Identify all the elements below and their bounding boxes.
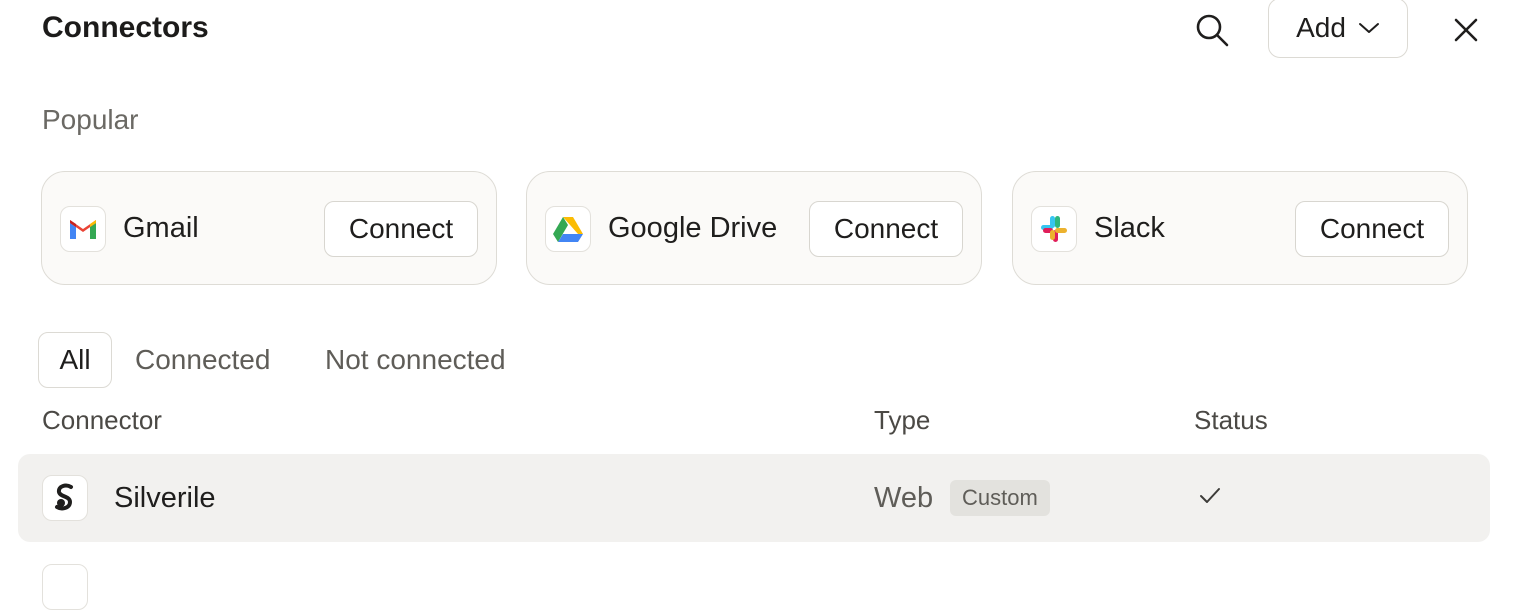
search-button[interactable]: [1190, 8, 1234, 52]
close-button[interactable]: [1444, 8, 1488, 52]
close-icon: [1454, 18, 1478, 42]
connector-type: Web: [874, 482, 934, 514]
google-drive-logo: [545, 206, 591, 252]
connect-button[interactable]: Connect: [809, 201, 963, 257]
connect-button[interactable]: Connect: [1295, 201, 1449, 257]
popular-card-gmail: Gmail Connect: [41, 171, 497, 285]
silverile-logo: [42, 475, 88, 521]
connect-button[interactable]: Connect: [324, 201, 478, 257]
popular-card-slack: Slack Connect: [1012, 171, 1468, 285]
chevron-down-icon: [1358, 23, 1379, 33]
tab-all[interactable]: All: [38, 332, 112, 388]
custom-badge: Custom: [950, 480, 1050, 516]
card-name: Slack: [1094, 212, 1165, 244]
column-header-connector: Connector: [42, 405, 162, 435]
next-row-logo: [42, 564, 88, 610]
popular-section-label: Popular: [42, 104, 139, 135]
card-name: Gmail: [123, 212, 199, 244]
google-drive-icon: [553, 217, 583, 242]
gmail-icon: [70, 220, 96, 239]
tab-connected[interactable]: Connected: [135, 332, 270, 388]
slack-icon: [1041, 216, 1067, 242]
column-header-status: Status: [1194, 405, 1268, 435]
check-icon: [1200, 488, 1220, 503]
search-icon: [1196, 14, 1229, 47]
column-header-type: Type: [874, 405, 931, 435]
gmail-logo: [60, 206, 106, 252]
add-button-label: Add: [1296, 12, 1346, 43]
page-title: Connectors: [42, 11, 209, 44]
connector-name: Silverile: [114, 482, 216, 514]
card-name: Google Drive: [608, 212, 778, 244]
popular-card-google-drive: Google Drive Connect: [526, 171, 982, 285]
slack-logo: [1031, 206, 1077, 252]
add-button[interactable]: Add: [1268, 0, 1408, 58]
table-row[interactable]: Silverile Web Custom: [18, 454, 1490, 542]
tab-not-connected[interactable]: Not connected: [325, 332, 506, 388]
silverile-icon: [55, 483, 73, 511]
